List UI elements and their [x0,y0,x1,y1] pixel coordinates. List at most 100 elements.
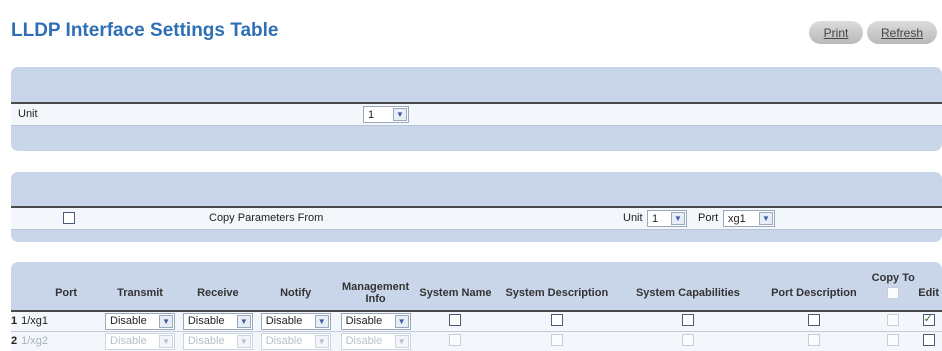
transmit-value: Disable [110,315,147,328]
unit-select-value: 1 [368,108,375,121]
refresh-button[interactable]: Refresh [867,21,937,44]
transmit-value: Disable [110,335,147,348]
port-description-cell [756,311,872,332]
notify-select[interactable]: Disable ▼ [260,312,331,330]
receive-select[interactable]: Disable ▼ [182,332,253,350]
chevron-down-icon: ▼ [314,334,329,348]
receive-value: Disable [187,315,225,328]
table-row: 1 1/xg1 Disable ▼ Disable ▼ Disable ▼ Di… [11,311,942,332]
notify-value: Disable [265,335,303,348]
copy-row: Copy Parameters From Unit 1 ▼ Port xg1 ▼ [11,208,942,230]
chevron-down-icon: ▼ [394,314,409,328]
system-description-checkbox[interactable] [550,333,563,346]
row-port: 1/xg2 [21,335,49,348]
header-transmit: Transmit [101,262,179,312]
table-row: 2 1/xg2 Disable ▼ Disable ▼ Disable ▼ Di… [11,331,942,351]
system-name-cell [416,311,495,332]
header-system-capabilities: System Capabilities [619,262,757,312]
table-header-row: Port Transmit Receive Notify Management … [11,262,942,312]
unit-label: Unit [18,108,38,120]
chevron-down-icon: ▼ [236,314,251,328]
copy-to-cell [871,331,916,351]
copy-unit-label: Unit [623,212,643,224]
system-description-cell [494,331,620,351]
row-index: 1 [11,315,18,328]
copy-port-value: xg1 [728,212,746,225]
notify-select[interactable]: Disable ▼ [260,332,331,350]
chevron-down-icon: ▼ [314,314,329,328]
notify-value: Disable [265,315,303,328]
copy-to-all-checkbox[interactable] [887,287,900,299]
header-system-description: System Description [494,262,620,312]
system-description-checkbox[interactable] [550,313,563,326]
copy-to-checkbox[interactable] [887,313,900,326]
port-description-cell [756,331,872,351]
copy-parameters-checkbox[interactable] [63,212,75,224]
header-port-description: Port Description [756,262,872,312]
chevron-down-icon: ▼ [394,334,409,348]
edit-cell [915,331,942,351]
receive-cell: Disable ▼ [178,311,257,332]
copy-port-select[interactable]: xg1 ▼ [723,210,775,227]
row-port-cell: 1 1/xg1 [11,311,102,332]
system-capabilities-checkbox[interactable] [681,313,694,326]
copy-to-cell [871,311,916,332]
receive-value: Disable [187,335,225,348]
copy-panel: Copy Parameters From Unit 1 ▼ Port xg1 ▼ [11,172,942,242]
edit-checkbox[interactable] [922,312,935,326]
system-capabilities-checkbox[interactable] [681,333,694,346]
chevron-down-icon: ▼ [159,314,174,328]
management-info-cell: Disable ▼ [334,331,417,351]
chevron-down-icon: ▼ [393,108,407,121]
system-capabilities-cell [619,331,757,351]
chevron-down-icon: ▼ [671,212,685,225]
row-port-cell: 2 1/xg2 [11,331,102,351]
copy-port-label: Port [698,212,719,224]
page-title: LLDP Interface Settings Table [11,20,279,41]
header-receive: Receive [178,262,257,312]
receive-select[interactable]: Disable ▼ [182,312,253,330]
transmit-cell: Disable ▼ [101,331,179,351]
chevron-down-icon: ▼ [759,212,773,225]
edit-cell [915,311,942,332]
management-info-select[interactable]: Disable ▼ [340,332,411,350]
header-port: Port [11,262,102,312]
print-button[interactable]: Print [809,21,863,44]
system-capabilities-cell [619,311,757,332]
header-management-info: Management Info [334,262,417,312]
lldp-interface-table: Port Transmit Receive Notify Management … [11,262,942,351]
copy-unit-value: 1 [652,212,659,225]
notify-cell: Disable ▼ [256,331,335,351]
system-name-cell [416,331,495,351]
unit-panel: Unit 1 ▼ [11,67,942,151]
management-info-value: Disable [345,335,383,348]
system-description-cell [494,311,620,332]
unit-row: Unit 1 ▼ [11,104,942,126]
management-info-cell: Disable ▼ [334,311,417,332]
row-port: 1/xg1 [21,315,49,328]
system-name-checkbox[interactable] [449,313,462,326]
copy-unit-select[interactable]: 1 ▼ [647,210,687,227]
header-edit: Edit [915,262,942,312]
transmit-select[interactable]: Disable ▼ [105,332,176,350]
transmit-select[interactable]: Disable ▼ [105,312,176,330]
header-copy-to: Copy To [871,262,916,312]
notify-cell: Disable ▼ [256,311,335,332]
chevron-down-icon: ▼ [236,334,251,348]
edit-checkbox[interactable] [922,333,935,346]
receive-cell: Disable ▼ [178,331,257,351]
copy-to-checkbox[interactable] [887,333,900,346]
copy-parameters-label: Copy Parameters From [209,212,324,224]
transmit-cell: Disable ▼ [101,311,179,332]
port-description-checkbox[interactable] [807,313,820,326]
management-info-select[interactable]: Disable ▼ [340,312,411,330]
unit-select[interactable]: 1 ▼ [363,106,409,123]
chevron-down-icon: ▼ [159,334,174,348]
system-name-checkbox[interactable] [449,333,462,346]
management-info-value: Disable [345,315,383,328]
port-description-checkbox[interactable] [807,333,820,346]
header-notify: Notify [256,262,335,312]
header-copy-to-label: Copy To [871,272,915,284]
row-index: 2 [11,335,18,348]
header-system-name: System Name [416,262,495,312]
